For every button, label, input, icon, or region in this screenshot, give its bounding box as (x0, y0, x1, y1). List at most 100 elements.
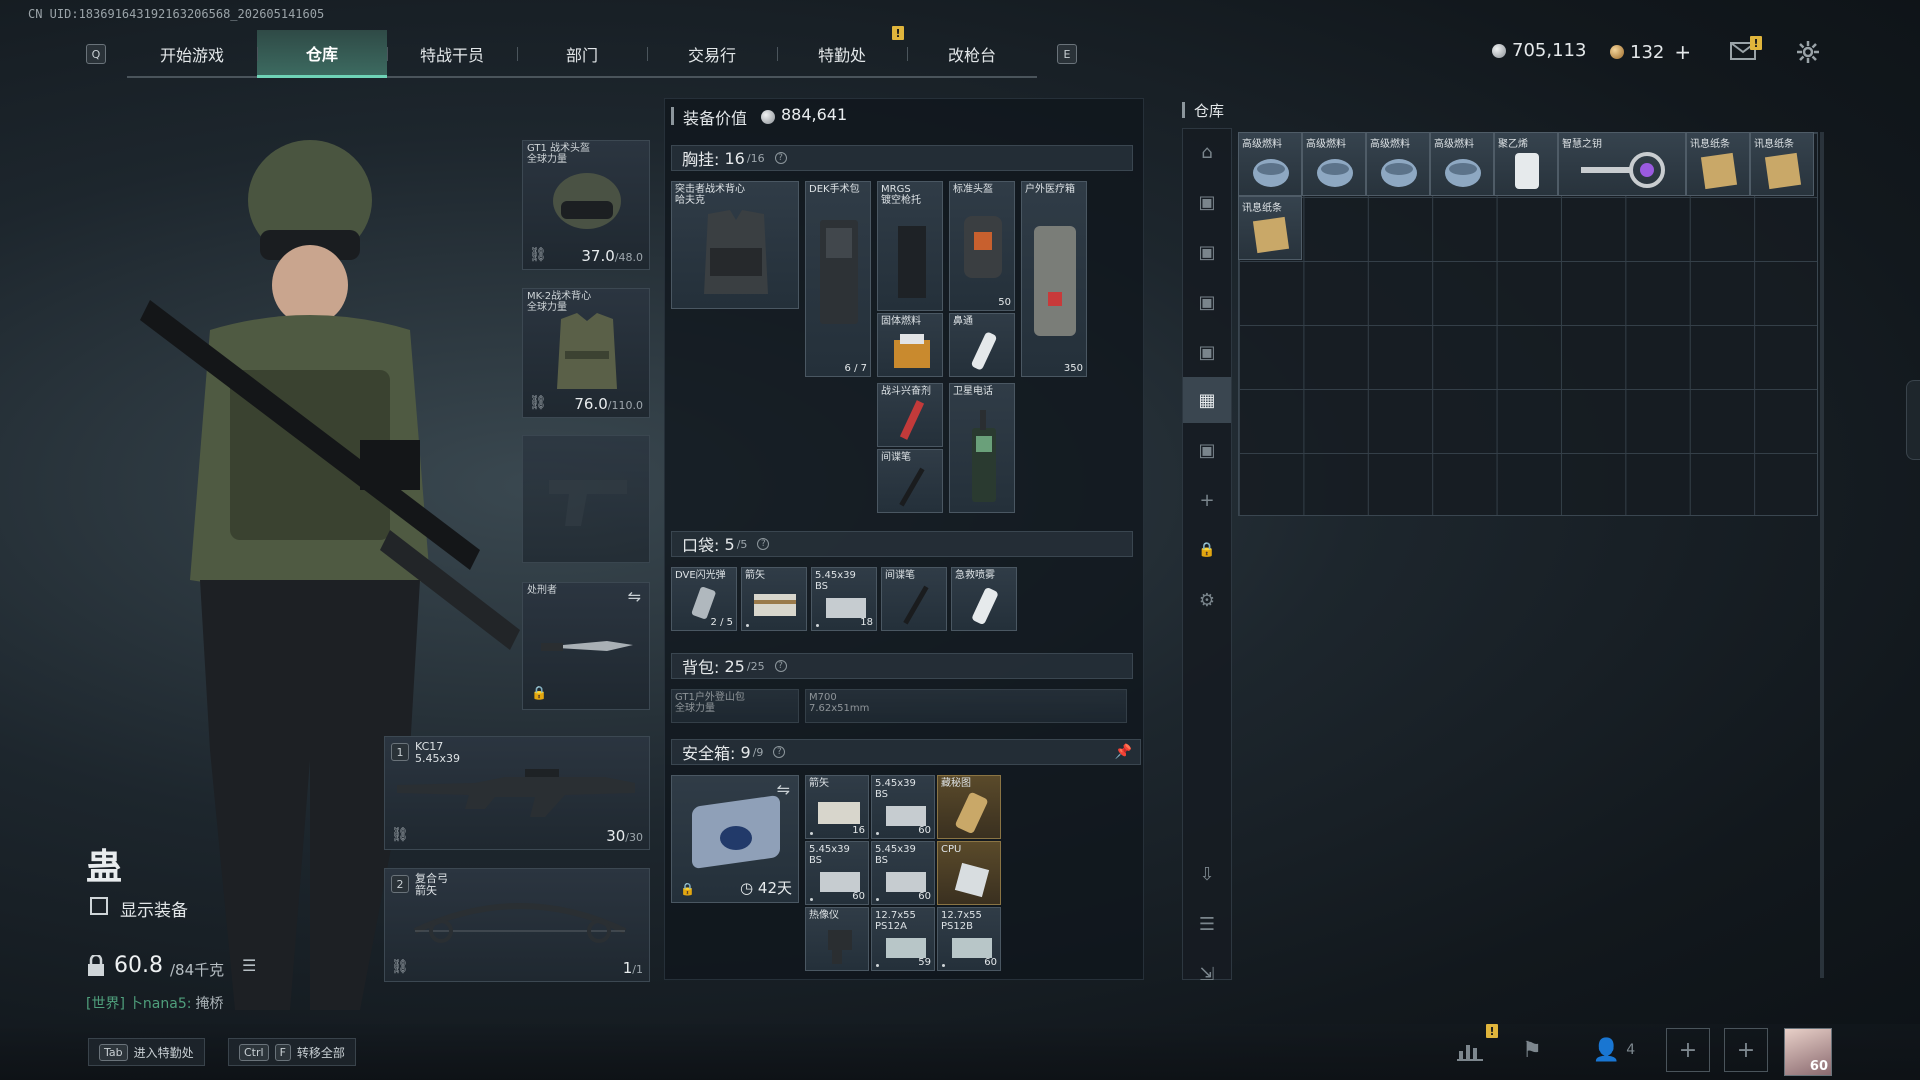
safebox-item-ammo[interactable]: 5.45x39 BS 60 (871, 775, 935, 839)
chest-item-stimulant[interactable]: 战斗兴奋剂 (877, 383, 943, 447)
transfer-all-hint[interactable]: Ctrl F 转移全部 (228, 1038, 356, 1066)
warehouse-item-advanced-fuel[interactable]: 高级燃料 (1302, 132, 1366, 196)
safebox-item-ammo[interactable]: 5.45x39 BS 60 (871, 841, 935, 905)
pin-icon[interactable]: 📌 (1115, 744, 1132, 760)
help-icon[interactable]: ? (773, 746, 786, 758)
warehouse-item-message-note[interactable]: 讯息纸条 (1750, 132, 1814, 196)
chest-item-medical-box[interactable]: 户外医疗箱 350 (1021, 181, 1087, 377)
pocket-item-flashbang[interactable]: DVE闪光弹 2 / 5 (671, 567, 737, 631)
armor-slot[interactable]: MK-2战术背心 全球力量 ⛓ 76.0/110.0 (522, 288, 650, 418)
stats-alert-icon: ! (1486, 1024, 1498, 1038)
safebox-header[interactable]: 安全箱: 9/9? 📌 (671, 739, 1141, 765)
armor-name: MK-2战术背心 全球力量 (527, 291, 592, 313)
pocket-item-ammo[interactable]: 5.45x39 BS 18 (811, 567, 877, 631)
category-storage-4-icon[interactable]: ▣ (1183, 329, 1231, 375)
category-storage-3-icon[interactable]: ▣ (1183, 279, 1231, 325)
flag-icon[interactable]: ⚑ (1510, 1028, 1554, 1072)
swap-icon[interactable]: ⇋ (628, 587, 641, 606)
chest-item-nasal-spray[interactable]: 鼻通 (949, 313, 1015, 377)
world-chat-line[interactable]: [世界] 卜nana5: 掩桥 (86, 993, 223, 1013)
warehouse-item-advanced-fuel[interactable]: 高级燃料 (1430, 132, 1494, 196)
backpack-item-m700[interactable]: M700 7.62x51mm (805, 689, 1127, 723)
player-avatar[interactable]: 60 (1784, 1028, 1832, 1076)
warehouse-item-key[interactable]: 智慧之钥 (1558, 132, 1686, 196)
backpack-item[interactable]: GT1户外登山包 全球力量 (671, 689, 799, 723)
storage-settings-icon[interactable]: ⚙ (1183, 577, 1231, 623)
safebox-item-arrows[interactable]: 箭矢 16 (805, 775, 869, 839)
locked-storage-icon[interactable]: 🔒 (1183, 527, 1231, 573)
safebox-item-cpu[interactable]: CPU (937, 841, 1001, 905)
layers-icon[interactable]: ☰ (1183, 901, 1231, 947)
warehouse-item-advanced-fuel[interactable]: 高级燃料 (1366, 132, 1430, 196)
add-teammate-button-1[interactable]: + (1666, 1028, 1710, 1072)
tab-trading[interactable]: 交易行 (647, 30, 777, 78)
chest-rig-item[interactable]: 突击者战术背心 哈夫克 (671, 181, 799, 309)
friends-button[interactable]: 👤 4 (1584, 1028, 1644, 1072)
add-teammate-button-2[interactable]: + (1724, 1028, 1768, 1072)
next-tab-key[interactable]: E (1057, 44, 1077, 64)
enter-special-service-hint[interactable]: Tab 进入特勤处 (88, 1038, 205, 1066)
warehouse-item-message-note[interactable]: 讯息纸条 (1238, 196, 1302, 260)
chest-item-standard-helmet[interactable]: 标准头盔 50 (949, 181, 1015, 311)
safebox-item-thermal-imager[interactable]: 热像仪 (805, 907, 869, 971)
equipment-value: 884,641 (781, 105, 848, 124)
avatar-level: 60 (1809, 1059, 1828, 1074)
show-equipment-checkbox[interactable] (90, 897, 108, 915)
tab-department[interactable]: 部门 (517, 30, 647, 78)
safebox-container[interactable]: ⇋ 🔒 ◷ 42天 (671, 775, 799, 903)
chat-user: 卜nana5: (128, 996, 192, 1012)
help-icon[interactable]: ? (757, 538, 770, 550)
armor-durability: 76.0/110.0 (574, 395, 643, 413)
pocket-item-first-aid-spray[interactable]: 急救喷雾 (951, 567, 1017, 631)
chest-item-solid-fuel[interactable]: 固体燃料 (877, 313, 943, 377)
weapon1-ammo: 30/30 (606, 827, 643, 845)
lock-icon: 🔒 (531, 686, 548, 701)
warehouse-item-polyethylene[interactable]: 聚乙烯 (1494, 132, 1558, 196)
help-icon[interactable]: ? (774, 660, 787, 672)
swap-icon[interactable]: ⇋ (777, 780, 790, 799)
safebox-item-ammo-127[interactable]: 12.7x55 PS12A 59 (871, 907, 935, 971)
melee-slot[interactable]: 处刑者 ⇋ 🔒 (522, 582, 650, 710)
weight-details-icon[interactable]: ☰ (242, 956, 256, 975)
side-drawer-handle[interactable] (1906, 380, 1920, 460)
pocket-item-spy-pen[interactable]: 间谍笔 (881, 567, 947, 631)
tab-operators[interactable]: 特战干员 (387, 30, 517, 78)
pocket-item-arrows[interactable]: 箭矢 (741, 567, 807, 631)
category-storage-6-icon[interactable]: ▣ (1183, 427, 1231, 473)
primary-weapon-slot[interactable]: 1 KC17 5.45x39 ⛓ 30/30 (384, 736, 650, 850)
tab-special-service[interactable]: 特勤处 (777, 30, 907, 78)
category-all-icon[interactable]: ⌂ (1183, 129, 1231, 175)
safebox-item-treasure-map[interactable]: 藏秘图 (937, 775, 1001, 839)
safebox-item-ammo[interactable]: 5.45x39 BS 60 (805, 841, 869, 905)
equipment-value-label: 装备价值 (683, 109, 748, 128)
repair-icon: ⛓ (529, 395, 547, 411)
category-storage-1-icon[interactable]: ▣ (1183, 179, 1231, 225)
silver-coin-icon (1492, 43, 1506, 58)
tab-warehouse[interactable]: 仓库 (257, 30, 387, 78)
quick-sort-icon[interactable]: ⇲ (1183, 951, 1231, 997)
prev-tab-key[interactable]: Q (86, 44, 106, 64)
warehouse-item-message-note[interactable]: 讯息纸条 (1686, 132, 1750, 196)
sort-icon[interactable]: ⇩ (1183, 851, 1231, 897)
warehouse-scrollbar[interactable] (1820, 132, 1824, 978)
category-storage-5-icon[interactable]: ▦ (1183, 377, 1231, 423)
add-storage-icon[interactable]: + (1183, 477, 1231, 523)
safebox-item-ammo-127[interactable]: 12.7x55 PS12B 60 (937, 907, 1001, 971)
secondary-weapon-slot[interactable]: 2 复合弓 箭矢 ⛓ 1/1 (384, 868, 650, 982)
pistol-slot[interactable] (522, 435, 650, 563)
warehouse-item-advanced-fuel[interactable]: 高级燃料 (1238, 132, 1302, 196)
help-icon[interactable]: ? (774, 152, 787, 164)
chest-item-mrgs[interactable]: MRGS 镀空枪托 (877, 181, 943, 311)
settings-gear-icon[interactable] (1796, 40, 1820, 68)
tab-gunsmith[interactable]: 改枪台 (907, 30, 1037, 78)
category-storage-2-icon[interactable]: ▣ (1183, 229, 1231, 275)
helmet-slot[interactable]: GT1 战术头盔 全球力量 ⛓ 37.0/48.0 (522, 140, 650, 270)
chest-rig-header[interactable]: 胸挂: 16/16? (671, 145, 1133, 171)
chest-item-surgical-kit[interactable]: DEK手术包 6 / 7 (805, 181, 871, 377)
tab-start-game[interactable]: 开始游戏 (127, 30, 257, 78)
pocket-header[interactable]: 口袋: 5/5? (671, 531, 1133, 557)
chest-item-satellite-phone[interactable]: 卫星电话 (949, 383, 1015, 513)
add-gold-button[interactable]: + (1674, 40, 1691, 64)
chest-item-spy-pen[interactable]: 间谍笔 (877, 449, 943, 513)
backpack-header[interactable]: 背包: 25/25? (671, 653, 1133, 679)
